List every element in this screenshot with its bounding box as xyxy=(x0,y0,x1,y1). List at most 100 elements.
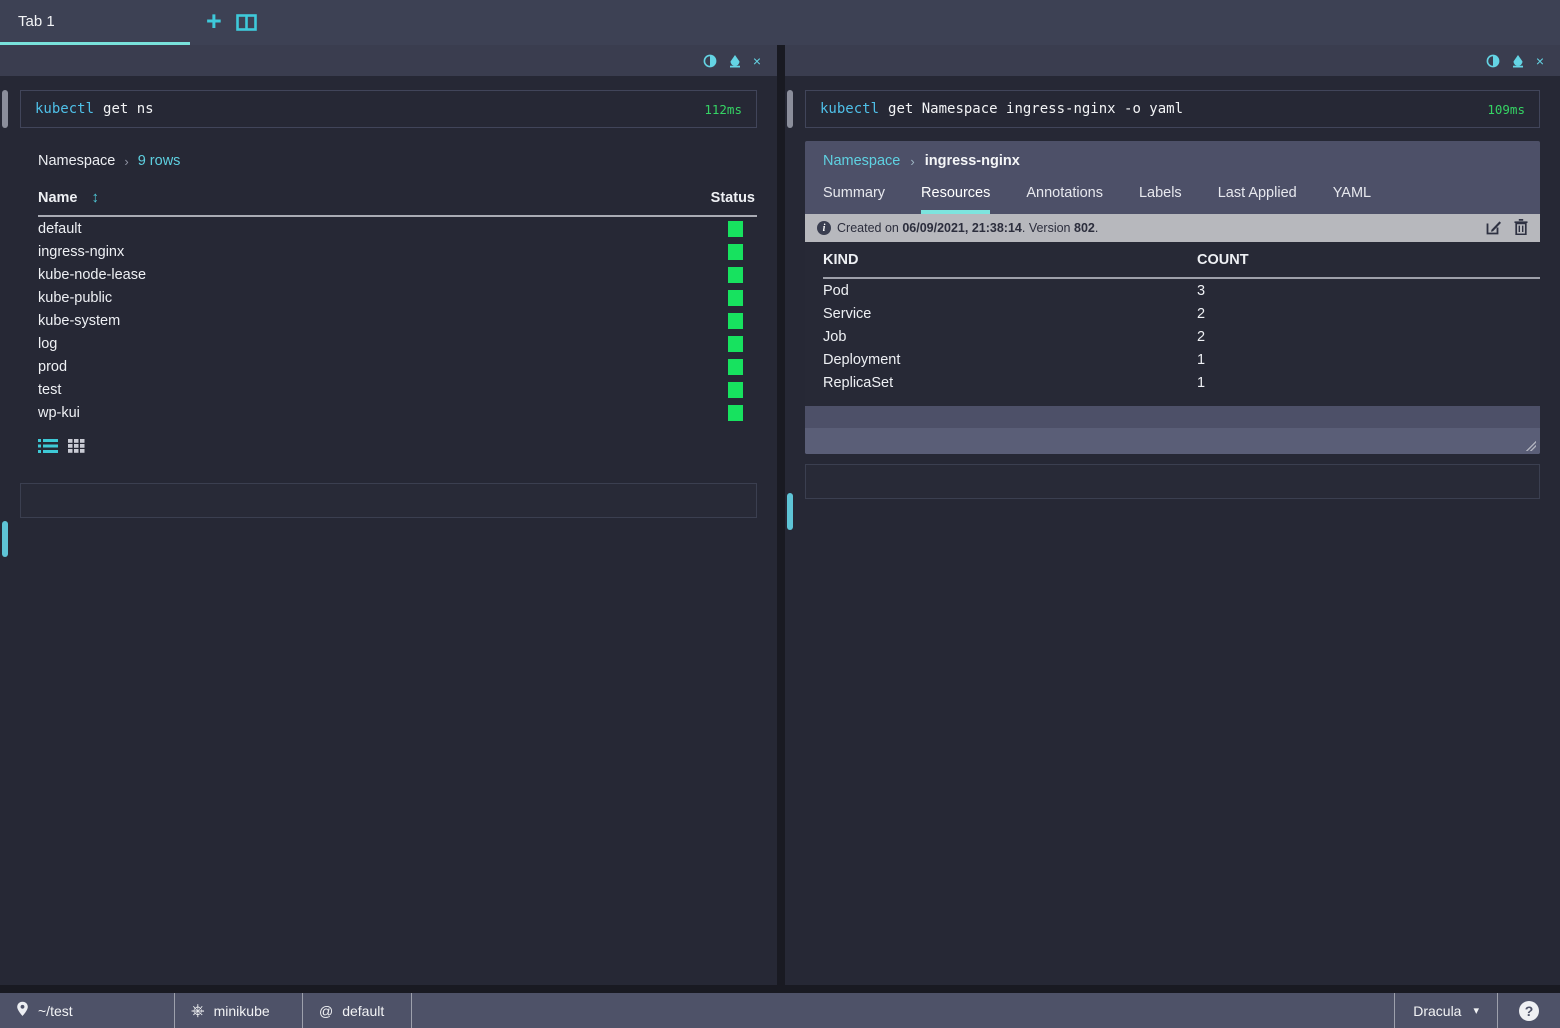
location-pin-icon xyxy=(16,1001,29,1020)
tab-labels[interactable]: Labels xyxy=(1139,185,1182,214)
table-view-toggles xyxy=(38,438,777,459)
tab-annotations[interactable]: Annotations xyxy=(1026,185,1103,214)
kube-context-segment[interactable]: ⎈ minikube xyxy=(175,993,303,1028)
cwd-label: ~/test xyxy=(38,1002,73,1019)
list-view-icon[interactable] xyxy=(38,438,58,459)
tab-yaml[interactable]: YAML xyxy=(1333,185,1371,214)
table-row[interactable]: Pod 3 xyxy=(823,278,1540,302)
breadcrumb: Namespace › 9 rows xyxy=(38,153,757,169)
column-header-status: Status xyxy=(541,189,757,217)
breadcrumb-kind[interactable]: Namespace xyxy=(823,153,900,169)
tab-resources[interactable]: Resources xyxy=(921,185,991,214)
close-pane-icon[interactable]: × xyxy=(1536,54,1544,68)
sidecar-breadcrumb: Namespace › ingress-nginx xyxy=(823,153,1522,169)
toolbar-actions xyxy=(1486,218,1528,238)
tab-1[interactable]: Tab 1 xyxy=(0,0,190,45)
status-badge xyxy=(728,243,743,260)
status-badge xyxy=(728,381,743,398)
resource-kind: ReplicaSet xyxy=(823,374,894,391)
cwd-segment[interactable]: ~/test xyxy=(0,993,175,1028)
status-badge xyxy=(728,312,743,329)
theme-selector[interactable]: Dracula ▾ xyxy=(1394,993,1498,1028)
clear-pane-icon[interactable] xyxy=(728,54,742,68)
edit-icon[interactable] xyxy=(1486,219,1502,238)
table-row[interactable]: kube-public xyxy=(38,286,757,309)
table-row[interactable]: default xyxy=(38,216,757,240)
sidecar-footer-band xyxy=(805,406,1540,428)
resources-table-wrap: KIND COUNT Pod 3 Service 2 Job 2 Deployment… xyxy=(805,242,1540,406)
command-args: get ns xyxy=(103,101,154,117)
right-split-pane: × kubectl get Namespace ingress-nginx -o… xyxy=(785,45,1560,985)
table-row[interactable]: ingress-nginx xyxy=(38,240,757,263)
theme-label: Dracula xyxy=(1413,1002,1462,1019)
status-badge xyxy=(728,404,743,421)
repl-input-right[interactable] xyxy=(805,464,1540,499)
help-icon: ? xyxy=(1519,1000,1539,1021)
context-label: minikube xyxy=(213,1002,270,1019)
table-row[interactable]: wp-kui xyxy=(38,401,757,424)
resources-table: KIND COUNT Pod 3 Service 2 Job 2 Deployment… xyxy=(823,242,1540,394)
resource-count: 1 xyxy=(1197,351,1206,368)
sort-icon[interactable]: ↕ xyxy=(92,189,100,206)
breadcrumb-kind: Namespace xyxy=(38,153,116,169)
namespace-name: ingress-nginx xyxy=(38,243,125,260)
resource-kind: Deployment xyxy=(823,351,901,368)
resource-count: 2 xyxy=(1197,305,1206,322)
command-name: kubectl xyxy=(35,101,95,117)
status-badge xyxy=(728,289,743,306)
table-row[interactable]: kube-system xyxy=(38,309,757,332)
grid-view-icon[interactable] xyxy=(68,438,85,459)
table-row[interactable]: ReplicaSet 1 xyxy=(823,371,1540,394)
split-terminal-icon[interactable] xyxy=(235,14,257,31)
command-duration: 109ms xyxy=(1487,101,1525,117)
column-header-count: COUNT xyxy=(1197,242,1540,279)
resource-kind: Pod xyxy=(823,282,849,299)
tab-summary[interactable]: Summary xyxy=(823,185,885,214)
namespace-name: prod xyxy=(38,358,68,375)
namespace-name: test xyxy=(38,381,62,398)
namespace-label: default xyxy=(342,1002,385,1019)
namespace-name: wp-kui xyxy=(38,404,80,421)
table-row[interactable]: Job 2 xyxy=(823,325,1540,348)
repl-input-left[interactable] xyxy=(20,483,757,518)
resource-count: 2 xyxy=(1197,328,1206,345)
status-badge xyxy=(728,335,743,352)
workspace: × kubectl get ns 112ms Namespace › 9 row… xyxy=(0,45,1560,993)
tab-last-applied[interactable]: Last Applied xyxy=(1218,185,1297,214)
table-row[interactable]: log xyxy=(38,332,757,355)
info-icon: i xyxy=(817,221,831,235)
sidecar-scrollbar[interactable] xyxy=(805,428,1540,454)
column-header-kind: KIND xyxy=(823,242,1197,279)
block-indicator-active xyxy=(2,521,8,557)
command-name: kubectl xyxy=(820,101,880,117)
kube-namespace-segment[interactable]: @ default xyxy=(303,993,412,1028)
delete-icon[interactable] xyxy=(1514,218,1528,238)
status-bar: ~/test ⎈ minikube @ default Dracula ▾ ? xyxy=(0,993,1560,1028)
resize-grip-icon[interactable] xyxy=(1524,439,1536,451)
block-indicator-completed xyxy=(2,90,8,128)
table-row[interactable]: prod xyxy=(38,355,757,378)
namespace-table: Name ↕ Status default ingress-nginx kube-… xyxy=(38,189,757,424)
status-badge xyxy=(728,358,743,375)
invert-colors-icon[interactable] xyxy=(703,54,717,68)
help-button[interactable]: ? xyxy=(1498,993,1560,1028)
table-row[interactable]: Service 2 xyxy=(823,302,1540,325)
kui-app: Tab 1 + × kubectl get ns 112ms Namespace… xyxy=(0,0,1560,1028)
tab-bar: Tab 1 + xyxy=(0,0,1560,45)
new-tab-icon[interactable]: + xyxy=(206,7,222,35)
row-count-link[interactable]: 9 rows xyxy=(138,153,181,169)
command-block-get-ns[interactable]: kubectl get ns 112ms xyxy=(20,90,757,128)
command-block-get-namespace-yaml[interactable]: kubectl get Namespace ingress-nginx -o y… xyxy=(805,90,1540,128)
close-pane-icon[interactable]: × xyxy=(753,54,761,68)
table-row[interactable]: test xyxy=(38,378,757,401)
statusbar-spacer xyxy=(412,993,1394,1028)
invert-colors-icon[interactable] xyxy=(1486,54,1500,68)
namespace-table-card: Namespace › 9 rows Name ↕ Status default… xyxy=(38,153,757,424)
block-indicator-completed xyxy=(787,90,793,128)
table-row[interactable]: Deployment 1 xyxy=(823,348,1540,371)
clear-pane-icon[interactable] xyxy=(1511,54,1525,68)
sidecar-head: Namespace › ingress-nginx Summary Resour… xyxy=(805,141,1540,214)
kubernetes-icon: ⎈ xyxy=(191,1000,205,1020)
left-split-pane: × kubectl get ns 112ms Namespace › 9 row… xyxy=(0,45,777,985)
table-row[interactable]: kube-node-lease xyxy=(38,263,757,286)
